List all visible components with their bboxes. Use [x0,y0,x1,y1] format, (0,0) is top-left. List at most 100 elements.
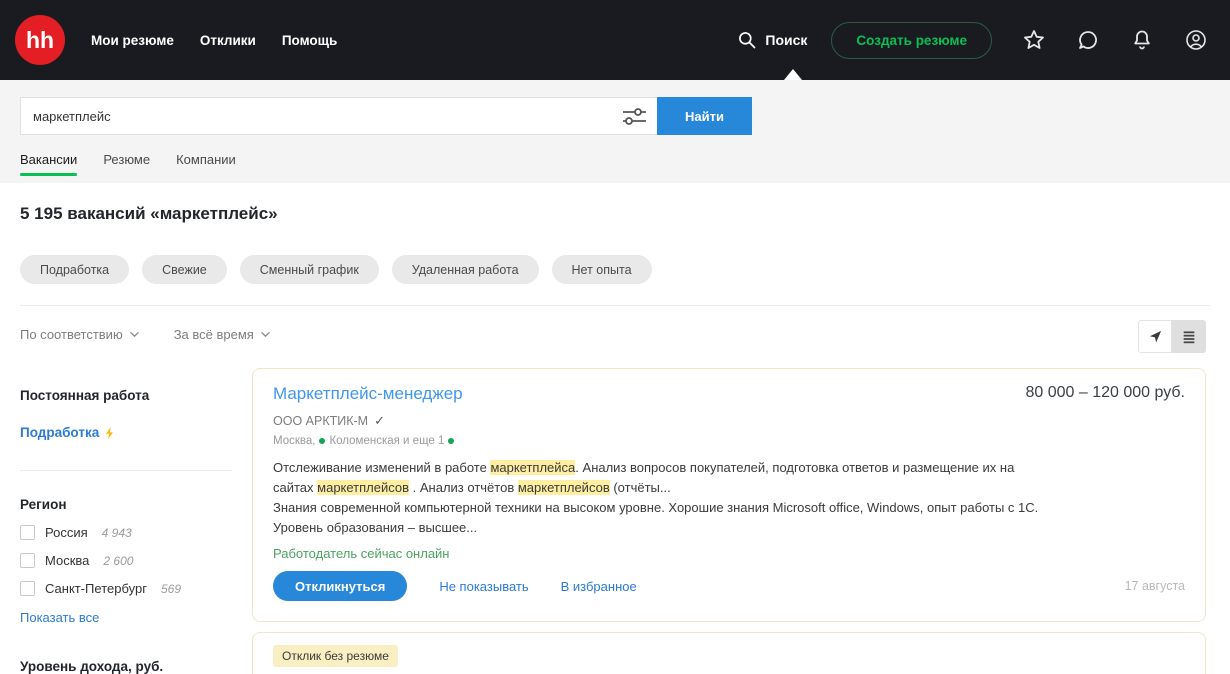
desc-text: сайтах [273,480,318,495]
region-count: 2 600 [103,553,134,568]
search-icon [739,32,756,49]
nav-my-resumes[interactable]: Мои резюме [91,33,174,48]
desc-text: Знания современной компьютерной техники … [273,500,1039,515]
chip-no-experience[interactable]: Нет опыта [551,255,652,284]
map-view-button[interactable] [1138,320,1172,353]
list-icon [1183,330,1195,343]
vacancy-date: 17 августа [1124,579,1185,593]
permanent-work-label: Постоянная работа [20,388,150,403]
search-input[interactable] [21,108,617,124]
metro-dot-icon [319,438,326,444]
checkbox-moscow[interactable] [20,553,35,568]
income-section-title: Уровень дохода, руб. [20,659,164,674]
chevron-down-icon [129,331,139,338]
search-submit-button[interactable]: Найти [657,97,752,135]
parttime-link[interactable]: Подработка [20,425,115,440]
desc-text: Уровень образования – высшее... [273,520,478,535]
region-option-russia[interactable]: Россия 4 943 [20,525,232,540]
hide-vacancy-link[interactable]: Не показывать [439,579,528,594]
search-bar: Найти [20,97,752,135]
chip-parttime[interactable]: Подработка [20,255,130,284]
search-input-wrap [20,97,657,135]
chip-fresh[interactable]: Свежие [142,255,227,284]
parttime-link-label: Подработка [20,425,100,440]
region-section-title: Регион [20,497,67,512]
vacancy-card: Маркетплейс-менеджер 80 000 – 120 000 ру… [252,368,1206,622]
hh-logo[interactable]: hh [15,15,65,65]
vacancy-header: Маркетплейс-менеджер 80 000 – 120 000 ру… [273,384,1185,404]
region-label: Россия [45,525,88,540]
search-nav-item[interactable]: Поиск [737,30,807,50]
nav-responses[interactable]: Отклики [200,33,256,48]
list-view-button[interactable] [1172,320,1206,353]
filters-sidebar: Постоянная работа Подработка Регион Росс… [20,388,232,674]
sort-order-label: По соответствию [20,327,123,342]
create-resume-button[interactable]: Создать резюме [831,21,992,59]
region-label: Санкт-Петербург [45,581,147,596]
sort-period-label: За всё время [173,327,254,342]
region-option-moscow[interactable]: Москва 2 600 [20,553,232,568]
quick-filter-chips: Подработка Свежие Сменный график Удаленн… [20,255,652,284]
section-divider [20,305,1210,306]
notifications-bell-icon[interactable] [1130,28,1154,52]
vacancy-salary: 80 000 – 120 000 руб. [1025,384,1185,401]
main-nav: Мои резюме Отклики Помощь [91,33,337,48]
region-count: 569 [160,581,181,596]
topbar-icon-group [1022,28,1208,52]
vacancy-description: Отслеживание изменений в работе маркетпл… [273,458,1185,538]
top-navigation-bar: hh Мои резюме Отклики Помощь Поиск Созда… [0,0,1230,80]
search-nav-label: Поиск [765,32,808,48]
city-label: Москва, [273,435,316,447]
desc-highlight: маркетплейсов [317,480,410,495]
search-tabs: Вакансии Резюме Компании [20,152,236,176]
description-line: сайтах маркетплейсов . Анализ отчётов ма… [273,478,1185,498]
no-resume-badge: Отклик без резюме [273,645,398,667]
chip-remote-work[interactable]: Удаленная работа [391,255,539,284]
sort-controls: По соответствию За всё время [20,327,271,342]
tab-resumes[interactable]: Резюме [103,152,150,176]
desc-highlight: маркетплейса [490,460,576,475]
show-all-regions-link[interactable]: Показать все [20,610,99,625]
vacancy-title-link[interactable]: Маркетплейс-менеджер [273,384,463,404]
vacancy-company-row[interactable]: ООО АРКТИК-М ✓ [273,413,1185,429]
sidebar-divider [20,470,232,471]
favorites-star-icon[interactable] [1022,28,1046,52]
checkbox-spb[interactable] [20,581,35,596]
view-mode-toggle [1138,320,1206,353]
advanced-filters-icon[interactable] [617,104,651,128]
search-section: Найти Вакансии Резюме Компании [0,80,1230,183]
employer-online-status: Работодатель сейчас онлайн [273,546,450,561]
profile-icon[interactable] [1184,28,1208,52]
desc-text: (отчёты... [609,480,671,495]
vacancy-card: Отклик без резюме [252,632,1206,674]
topbar-right-cluster: Поиск Создать резюме [737,21,1208,59]
desc-text: . Анализ вопросов покупателей, подготовк… [575,460,1015,475]
tab-companies[interactable]: Компании [176,152,236,176]
nav-help[interactable]: Помощь [282,33,338,48]
desc-text: Отслеживание изменений в работе [273,460,491,475]
vacancy-actions: Откликнуться Не показывать В избранное 1… [273,571,1185,601]
description-line: Знания современной компьютерной техники … [273,498,1185,518]
region-option-spb[interactable]: Санкт-Петербург 569 [20,581,232,596]
vacancy-location-row: Москва, Коломенская и еще 1 [273,435,1185,447]
add-to-favorites-link[interactable]: В избранное [561,579,637,594]
description-line: Отслеживание изменений в работе маркетпл… [273,458,1185,478]
sort-period-dropdown[interactable]: За всё время [174,327,271,342]
region-count: 4 943 [101,525,132,540]
results-title: 5 195 вакансий «маркетплейс» [20,204,278,223]
tab-vacancies[interactable]: Вакансии [20,152,78,176]
desc-highlight: маркетплейсов [517,480,610,495]
lightning-bolt-icon [106,426,114,439]
region-label: Москва [45,553,90,568]
search-dropdown-caret [784,69,802,80]
navigation-arrow-icon [1149,330,1161,343]
company-name: ООО АРКТИК-М [273,414,369,428]
verified-check-icon: ✓ [374,413,385,428]
sort-order-dropdown[interactable]: По соответствию [20,327,140,342]
chevron-down-icon [260,331,270,338]
checkbox-russia[interactable] [20,525,35,540]
respond-button[interactable]: Откликнуться [273,571,408,601]
chat-icon[interactable] [1076,28,1100,52]
desc-text: . Анализ отчётов [409,480,518,495]
chip-shift-schedule[interactable]: Сменный график [239,255,379,284]
